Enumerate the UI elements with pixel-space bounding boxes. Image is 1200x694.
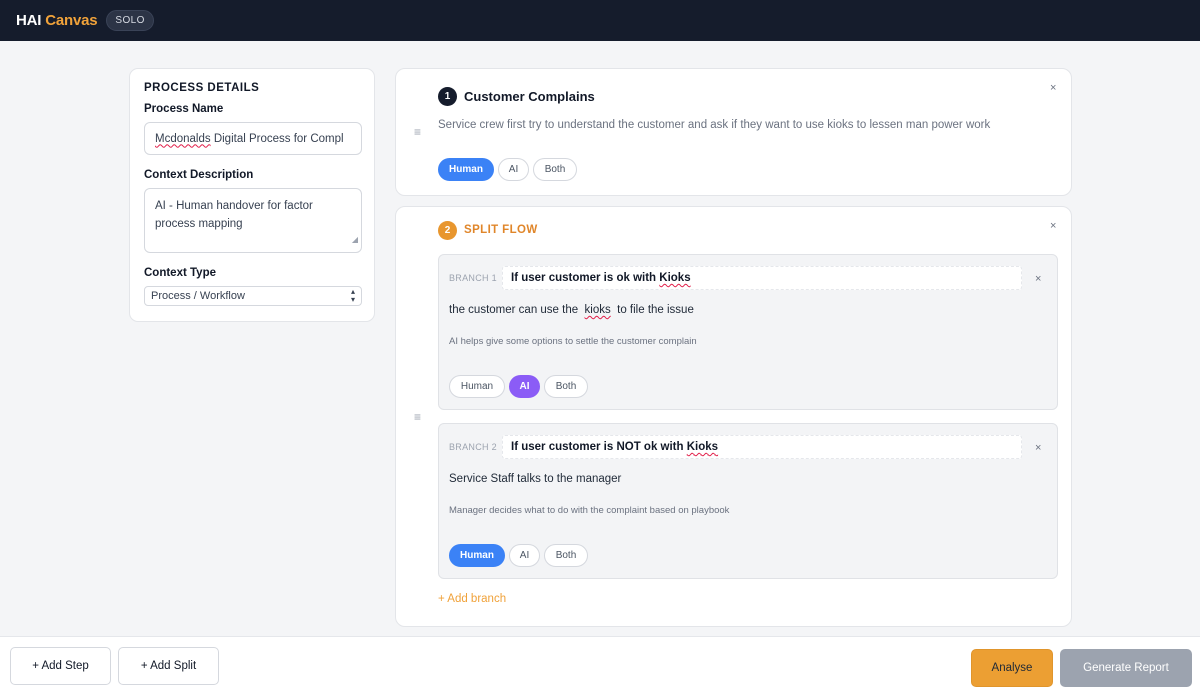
process-name-rest: Digital Process for Compl <box>210 132 344 145</box>
owner-ai-button[interactable]: AI <box>509 375 540 398</box>
owner-ai-button[interactable]: AI <box>509 544 540 567</box>
step-card-2: ≡ × 2 SPLIT FLOW BRANCH 1 If user custom… <box>395 206 1072 627</box>
add-branch-link[interactable]: + Add branch <box>438 593 506 605</box>
branch-condition-input[interactable]: If user customer is NOT ok with Kioks <box>502 435 1022 459</box>
owner-both-button[interactable]: Both <box>544 544 588 567</box>
branch-note[interactable]: Manager decides what to do with the comp… <box>449 505 729 516</box>
panel-title: PROCESS DETAILS <box>144 82 260 94</box>
condition-word: Kioks <box>659 272 691 284</box>
context-type-value: Process / Workflow <box>151 290 245 302</box>
app-logo: HAI Canvas <box>16 12 98 29</box>
step-number: 2 <box>438 221 457 240</box>
condition-word: Kioks <box>686 441 719 453</box>
branch-condition-input[interactable]: If user customer is ok with Kioks <box>502 266 1022 290</box>
process-details-panel: PROCESS DETAILS Process Name Mcdonalds D… <box>129 68 375 322</box>
generate-report-button[interactable]: Generate Report <box>1060 649 1192 687</box>
context-description-value: AI - Human handover for factor process m… <box>155 200 313 230</box>
split-flow-title: SPLIT FLOW <box>464 224 538 236</box>
process-name-first-word: Mcdonalds <box>155 132 211 145</box>
branch-note[interactable]: AI helps give some options to settle the… <box>449 336 697 347</box>
context-type-label: Context Type <box>144 267 216 279</box>
top-bar: HAI Canvas SOLO <box>0 0 1200 41</box>
step-number: 1 <box>438 87 457 106</box>
close-icon[interactable]: × <box>1050 220 1056 232</box>
close-icon[interactable]: × <box>1035 273 1041 285</box>
owner-toggle: Human AI Both <box>449 544 588 567</box>
context-description-label: Context Description <box>144 169 254 181</box>
main-prefix: the customer can use the <box>449 304 582 316</box>
branch-main-text[interactable]: the customer can use the kioks to file t… <box>449 304 694 316</box>
owner-both-button[interactable]: Both <box>544 375 588 398</box>
chevron-updown-icon: ▴ ▾ <box>350 287 355 304</box>
owner-toggle: Human AI Both <box>438 158 577 181</box>
owner-human-button[interactable]: Human <box>449 375 505 398</box>
close-icon[interactable]: × <box>1035 442 1041 454</box>
branch-card-1: BRANCH 1 If user customer is ok with Kio… <box>438 254 1058 410</box>
step-title[interactable]: Customer Complains <box>464 89 595 104</box>
main-suffix: to file the issue <box>613 304 694 316</box>
close-icon[interactable]: × <box>1050 82 1056 94</box>
owner-both-button[interactable]: Both <box>533 158 577 181</box>
branch-main-text[interactable]: Service Staff talks to the manager <box>449 473 621 485</box>
resize-grip-icon[interactable]: ◢ <box>352 231 358 249</box>
process-name-input[interactable]: Mcdonalds Digital Process for Compl <box>144 122 362 155</box>
branch-label: BRANCH 1 <box>449 273 497 283</box>
branch-label: BRANCH 2 <box>449 442 497 452</box>
add-split-button[interactable]: + Add Split <box>118 647 219 685</box>
main-word: kioks <box>584 304 611 316</box>
drag-handle-icon[interactable]: ≡ <box>414 410 421 424</box>
bottom-toolbar: + Add Step + Add Split Analyse Generate … <box>0 636 1200 694</box>
brand-accent: Canvas <box>45 12 98 29</box>
step-card-1: ≡ × 1 Customer Complains Service crew fi… <box>395 68 1072 196</box>
owner-toggle: Human AI Both <box>449 375 588 398</box>
owner-human-button[interactable]: Human <box>449 544 505 567</box>
brand-main: HAI <box>16 12 42 29</box>
owner-ai-button[interactable]: AI <box>498 158 529 181</box>
condition-text: If user customer is ok with <box>511 272 657 284</box>
drag-handle-icon[interactable]: ≡ <box>414 125 421 139</box>
context-description-textarea[interactable]: AI - Human handover for factor process m… <box>144 188 362 253</box>
condition-text: If user customer is NOT ok with <box>511 441 684 453</box>
branch-card-2: BRANCH 2 If user customer is NOT ok with… <box>438 423 1058 579</box>
analyse-button[interactable]: Analyse <box>971 649 1053 687</box>
mode-badge: SOLO <box>106 10 154 31</box>
owner-human-button[interactable]: Human <box>438 158 494 181</box>
context-type-select[interactable]: Process / Workflow ▴ ▾ <box>144 286 362 306</box>
step-description[interactable]: Service crew first try to understand the… <box>438 119 990 131</box>
process-name-label: Process Name <box>144 103 224 115</box>
add-step-button[interactable]: + Add Step <box>10 647 111 685</box>
